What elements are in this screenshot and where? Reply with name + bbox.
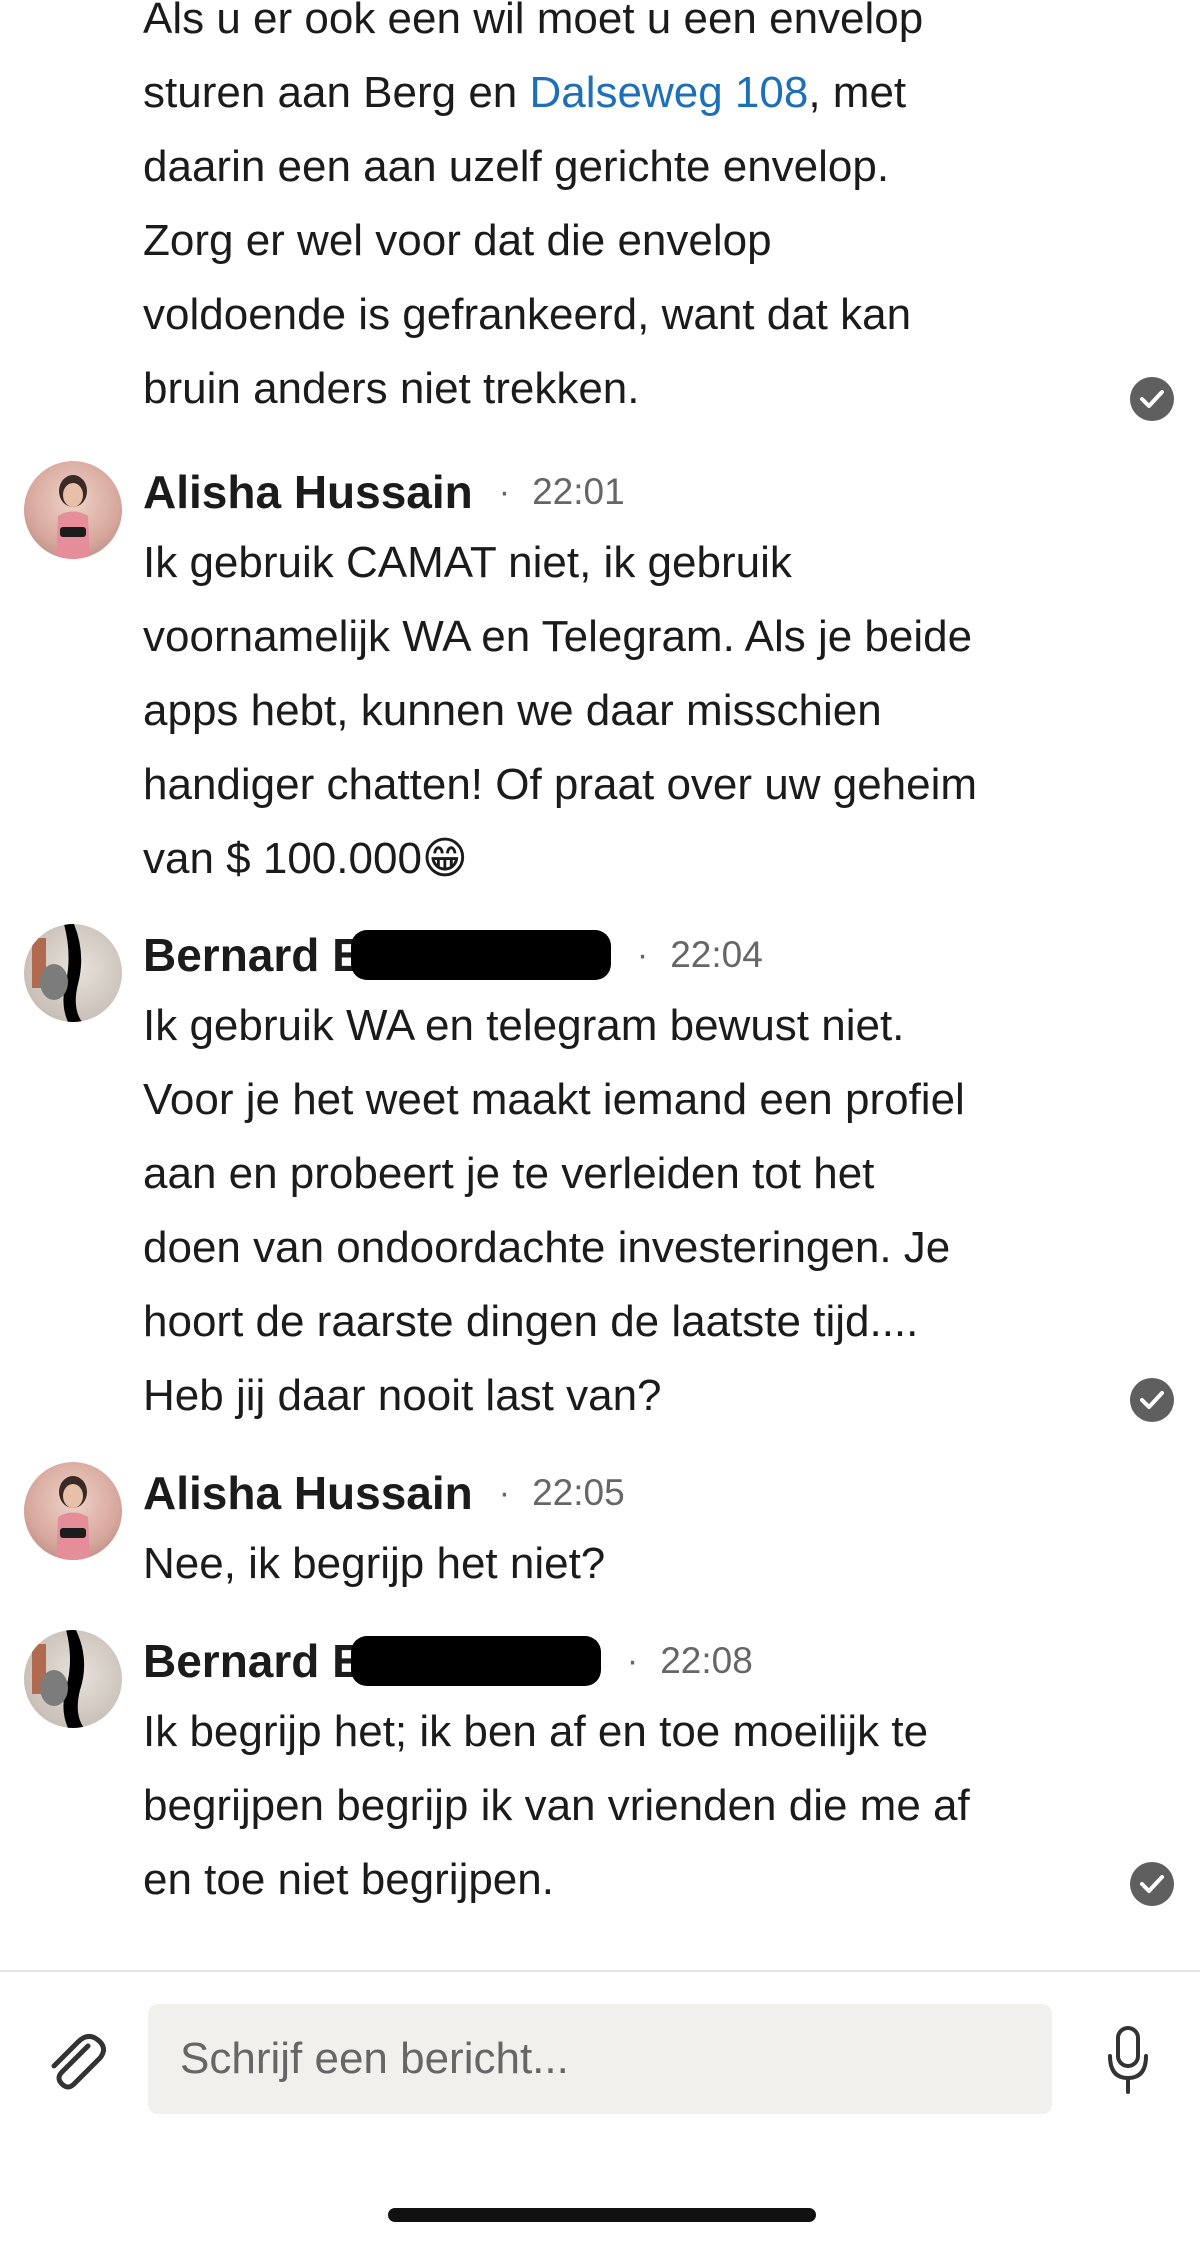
separator-dot: · bbox=[636, 935, 649, 974]
message-line: Ik begrijp het; ik ben af en toe moeilij… bbox=[143, 1707, 929, 1756]
message-body: Ik begrijp het; ik ben af en toe moeilij… bbox=[143, 1695, 1143, 1917]
message-line: apps hebt, kunnen we daar misschien bbox=[143, 686, 882, 735]
separator-dot: · bbox=[498, 1473, 511, 1512]
message-timestamp: 22:01 bbox=[532, 471, 625, 512]
message-header: Bernard E · 22:08 bbox=[143, 1624, 753, 1698]
avatar-bernard[interactable] bbox=[24, 924, 122, 1022]
paperclip-icon[interactable] bbox=[40, 2028, 110, 2098]
message-line: begrijpen begrijp ik van vrienden die me… bbox=[143, 1781, 970, 1830]
message-line: sturen aan Berg en Dalseweg 108, met bbox=[143, 56, 1143, 130]
read-check-icon bbox=[1130, 1862, 1174, 1906]
message-line: van $ 100.000😁 bbox=[143, 834, 468, 883]
message-line: doen van ondoordachte investeringen. Je bbox=[143, 1223, 951, 1272]
message-line: daarin een aan uzelf gerichte envelop. bbox=[143, 142, 890, 191]
message-input[interactable]: Schrijf een bericht... bbox=[148, 2004, 1052, 2114]
message-text: , met bbox=[808, 68, 907, 117]
message-line: Zorg er wel voor dat die envelop bbox=[143, 216, 772, 265]
redaction-mark bbox=[350, 930, 611, 980]
read-check-icon bbox=[1130, 1378, 1174, 1422]
message-line: handiger chatten! Of praat over uw gehei… bbox=[143, 760, 978, 809]
microphone-icon[interactable] bbox=[1106, 2026, 1150, 2094]
separator-dot: · bbox=[498, 472, 511, 511]
message-line: Ik gebruik CAMAT niet, ik gebruik bbox=[143, 538, 792, 587]
message-line: aan en probeert je te verleiden tot het bbox=[143, 1149, 875, 1198]
message-timestamp: 22:04 bbox=[670, 934, 763, 975]
sender-name[interactable]: Alisha Hussain bbox=[143, 465, 473, 519]
message-header: Bernard E · 22:04 bbox=[143, 918, 763, 992]
message-line: Voor je het weet maakt iemand een profie… bbox=[143, 1075, 965, 1124]
message-line: Nee, ik begrijp het niet? bbox=[143, 1539, 606, 1588]
home-indicator[interactable] bbox=[388, 2208, 816, 2222]
address-link[interactable]: Dalseweg 108 bbox=[529, 68, 808, 117]
message-line: en toe niet begrijpen. bbox=[143, 1855, 554, 1904]
message-timestamp: 22:08 bbox=[660, 1640, 753, 1681]
message-timestamp: 22:05 bbox=[532, 1472, 625, 1513]
avatar-alisha[interactable] bbox=[24, 1462, 122, 1560]
message-line: Als u er ook een wil moet u een envelop bbox=[143, 0, 924, 43]
composer-divider bbox=[0, 1970, 1200, 1972]
message-body: Ik gebruik WA en telegram bewust niet. V… bbox=[143, 989, 1143, 1433]
message-body: Ik gebruik CAMAT niet, ik gebruik voorna… bbox=[143, 526, 1143, 896]
message-line: voornamelijk WA en Telegram. Als je beid… bbox=[143, 612, 973, 661]
message-body: Nee, ik begrijp het niet? bbox=[143, 1527, 1143, 1601]
avatar-alisha[interactable] bbox=[24, 461, 122, 559]
message-line: Ik gebruik WA en telegram bewust niet. bbox=[143, 1001, 905, 1050]
sender-name[interactable]: Bernard E bbox=[143, 928, 363, 982]
message-line: Heb jij daar nooit last van? bbox=[143, 1371, 662, 1420]
message-line: hoort de raarste dingen de laatste tijd.… bbox=[143, 1297, 919, 1346]
message-header: Alisha Hussain · 22:01 bbox=[143, 455, 625, 529]
input-placeholder: Schrijf een bericht... bbox=[180, 2034, 569, 2083]
separator-dot: · bbox=[626, 1641, 639, 1680]
message-body: Als u er ook een wil moet u een envelop … bbox=[143, 0, 1143, 426]
message-header: Alisha Hussain · 22:05 bbox=[143, 1456, 625, 1530]
message-thread: Als u er ook een wil moet u een envelop … bbox=[0, 0, 1200, 1970]
read-check-icon bbox=[1130, 377, 1174, 421]
message-text: sturen aan Berg en bbox=[143, 68, 530, 117]
message-line: bruin anders niet trekken. bbox=[143, 364, 640, 413]
redaction-mark bbox=[350, 1636, 601, 1686]
avatar-bernard[interactable] bbox=[24, 1630, 122, 1728]
message-line: voldoende is gefrankeerd, want dat kan bbox=[143, 290, 912, 339]
sender-name[interactable]: Bernard E bbox=[143, 1634, 363, 1688]
sender-name[interactable]: Alisha Hussain bbox=[143, 1466, 473, 1520]
